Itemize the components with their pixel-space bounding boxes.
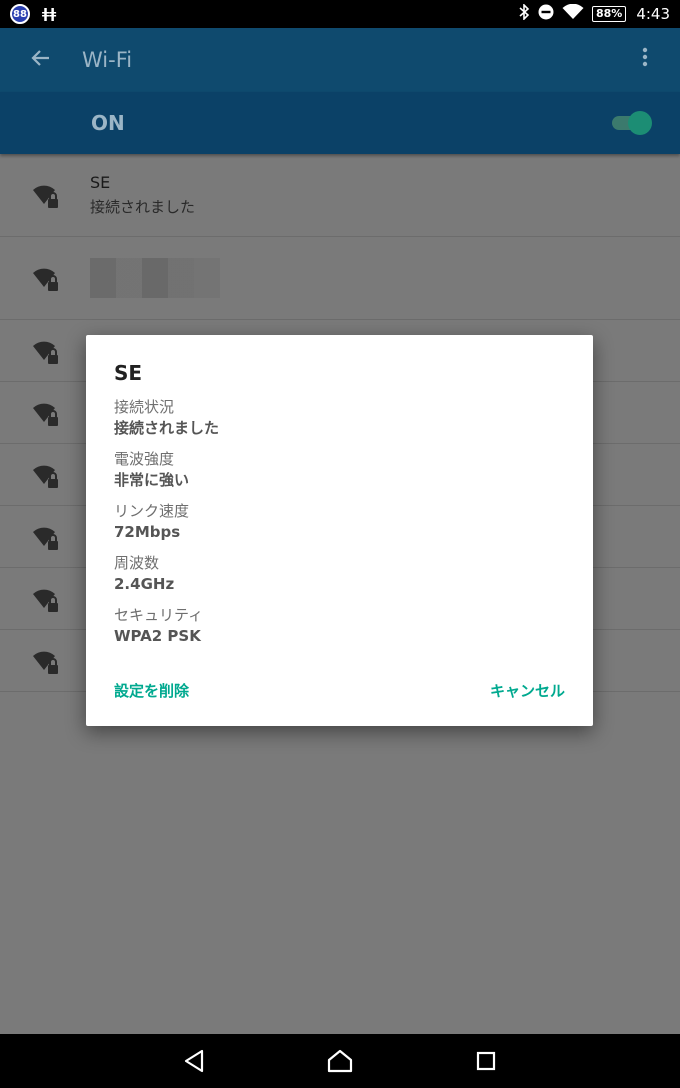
field-value: 接続されました: [114, 419, 220, 437]
triangle-back-icon: [184, 1049, 204, 1073]
network-details-dialog: SE 接続状況 接続されました 電波強度 非常に強い リンク速度 72Mbps …: [86, 335, 593, 726]
page-title: Wi-Fi: [82, 48, 133, 72]
network-status: 接続されました: [90, 198, 196, 216]
back-button[interactable]: [0, 45, 82, 75]
field-value: 非常に強い: [114, 471, 190, 489]
wifi-lock-icon: [33, 527, 58, 550]
do-not-disturb-icon: [538, 4, 554, 24]
wifi-master-switch-bar[interactable]: ON: [0, 92, 680, 154]
overflow-menu-button[interactable]: [610, 47, 680, 73]
dialog-title: SE: [114, 361, 143, 385]
wifi-lock-icon: [33, 465, 58, 488]
field-value: 72Mbps: [114, 523, 181, 541]
square-recents-icon: [476, 1051, 496, 1071]
more-vert-icon: [642, 47, 648, 67]
wifi-lock-icon: [33, 589, 58, 612]
battery-indicator: 88%: [591, 6, 627, 22]
field-label: リンク速度: [114, 502, 190, 520]
frequency-field: 周波数 2.4GHz: [114, 553, 565, 595]
wifi-lock-icon: [33, 403, 58, 426]
network-item[interactable]: [0, 237, 680, 320]
bluetooth-icon: [518, 3, 530, 24]
security-field: セキュリティ WPA2 PSK: [114, 605, 565, 647]
wifi-lock-icon: [33, 651, 58, 674]
field-label: 電波強度: [114, 450, 175, 468]
wifi-signal-icon: [562, 3, 584, 24]
arrow-left-icon: [31, 50, 49, 66]
status-bar: 88 ǂǂ 88% 4:43: [0, 0, 680, 28]
wifi-lock-icon: [33, 341, 58, 364]
field-value: WPA2 PSK: [114, 627, 201, 645]
cancel-button[interactable]: キャンセル: [490, 680, 565, 701]
home-icon: [327, 1049, 353, 1073]
link-speed-field: リンク速度 72Mbps: [114, 501, 565, 543]
field-value: 2.4GHz: [114, 575, 175, 593]
usb-debug-icon: ǂǂ: [42, 6, 57, 22]
wifi-lock-icon: [33, 268, 58, 291]
forget-network-button[interactable]: 設定を削除: [114, 680, 189, 701]
wifi-lock-icon: [33, 185, 58, 208]
toggle-knob: [628, 111, 652, 135]
nav-recents-button[interactable]: [468, 1043, 504, 1079]
nav-back-button[interactable]: [176, 1043, 212, 1079]
field-label: セキュリティ: [114, 606, 204, 624]
network-name: SE: [90, 173, 111, 192]
clock: 4:43: [636, 5, 670, 23]
nav-home-button[interactable]: [322, 1043, 358, 1079]
field-label: 周波数: [114, 554, 160, 572]
app-bar: Wi-Fi: [0, 28, 680, 92]
dialog-actions: 設定を削除 キャンセル: [114, 680, 565, 701]
switch-state-label: ON: [91, 111, 125, 135]
redacted-network-name: [90, 258, 220, 298]
connection-status-field: 接続状況 接続されました: [114, 397, 565, 439]
field-label: 接続状況: [114, 398, 175, 416]
wifi-toggle[interactable]: [612, 111, 652, 135]
navigation-bar: [0, 1034, 680, 1088]
notification-badge: 88: [10, 4, 30, 24]
signal-strength-field: 電波強度 非常に強い: [114, 449, 565, 491]
network-item[interactable]: SE 接続されました: [0, 154, 680, 237]
